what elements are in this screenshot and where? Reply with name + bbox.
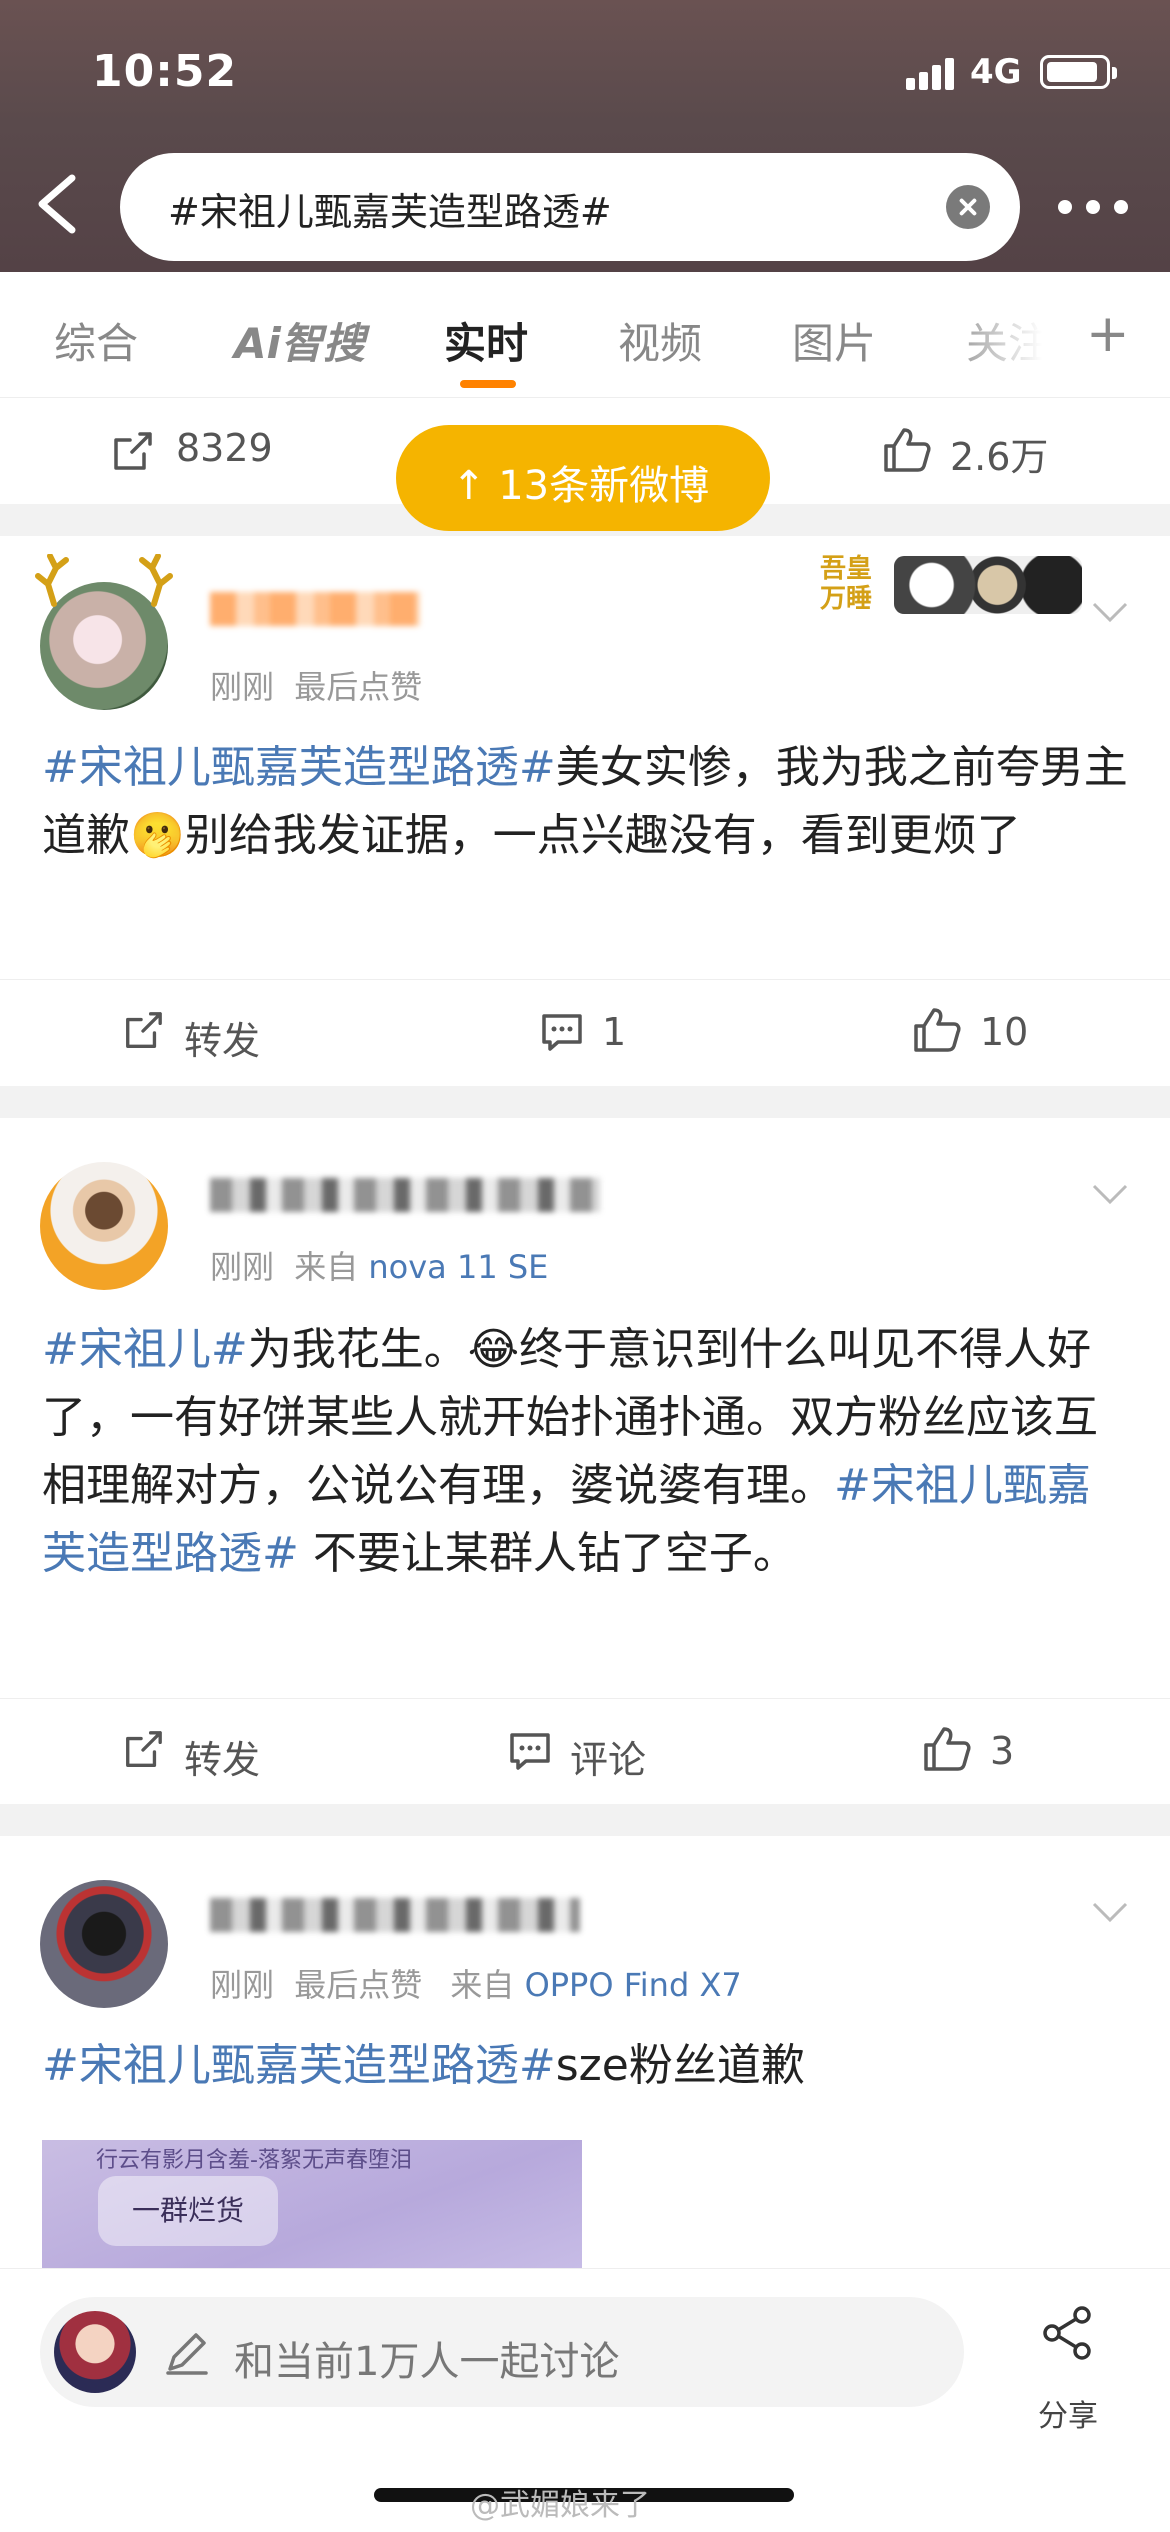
top-bar: 10:52 4G #宋祖儿甄嘉芙造型路透# xyxy=(0,0,1170,272)
chevron-down-icon[interactable] xyxy=(1090,1182,1130,1206)
username[interactable] xyxy=(210,1176,600,1222)
username[interactable] xyxy=(210,1896,580,1942)
post-actions: 转发 1 10 xyxy=(0,979,1170,1079)
post-device[interactable]: nova 11 SE xyxy=(368,1248,548,1286)
tab-fade xyxy=(940,272,1060,392)
cat-illustration xyxy=(894,556,1082,614)
post-text: #宋祖儿#为我花生。😂终于意识到什么叫见不得人好了，一有好饼某些人就开始扑通扑通… xyxy=(42,1316,1132,1588)
repost-count[interactable]: 8329 xyxy=(176,426,273,470)
more-icon[interactable] xyxy=(1058,200,1128,214)
post-text: #宋祖儿甄嘉芙造型路透#美女实惨，我为我之前夸男主道歉🫢别给我发证据，一点兴趣没… xyxy=(42,734,1132,870)
tab-ai-search[interactable]: Ai智搜 xyxy=(234,310,365,371)
like-count[interactable]: 2.6万 xyxy=(950,426,1048,481)
post-meta: 刚刚 最后点赞 xyxy=(210,662,422,708)
share-button[interactable]: 分享 xyxy=(1026,2305,1110,2434)
share-label: 分享 xyxy=(1038,2399,1098,2434)
sticker-text: 吾皇万睡 xyxy=(820,554,873,614)
image-caption-main: 一群烂货 xyxy=(98,2176,278,2246)
repost-icon[interactable] xyxy=(110,430,154,474)
status-bar: 10:52 4G xyxy=(0,0,1170,140)
repost-button[interactable]: 转发 xyxy=(184,1729,260,1784)
search-bar[interactable]: #宋祖儿甄嘉芙造型路透# xyxy=(120,153,1020,261)
new-posts-banner[interactable]: ↑ 13条新微博 xyxy=(396,425,770,531)
post-body: sze粉丝道歉 xyxy=(555,2040,805,2091)
post-meta-extra: 最后点赞 xyxy=(294,1966,423,2004)
watermark: @武媚娘来了 xyxy=(470,2488,650,2523)
post-meta: 刚刚 最后点赞 来自 OPPO Find X7 xyxy=(210,1960,742,2006)
discussion-input[interactable]: 和当前1万人一起讨论 xyxy=(40,2297,964,2407)
search-query[interactable]: #宋祖儿甄嘉芙造型路透# xyxy=(168,181,612,236)
image-caption-top: 行云有影月含羞-落絮无声春堕泪 xyxy=(96,2148,412,2173)
status-time: 10:52 xyxy=(92,46,238,97)
divider xyxy=(0,1804,1170,1836)
like-icon[interactable] xyxy=(882,426,932,474)
comment-count[interactable]: 1 xyxy=(602,1010,626,1054)
comment-icon[interactable] xyxy=(508,1731,552,1771)
tab-realtime[interactable]: 实时 xyxy=(444,310,528,371)
chevron-down-icon[interactable] xyxy=(1090,600,1130,624)
hashtag-link[interactable]: #宋祖儿甄嘉芙造型路透# xyxy=(42,2040,556,2091)
avatar[interactable] xyxy=(40,1880,168,2008)
post-time: 刚刚 xyxy=(210,1248,275,1286)
back-arrow-icon[interactable] xyxy=(28,172,88,236)
new-posts-label: ↑ 13条新微博 xyxy=(452,463,710,509)
discussion-placeholder: 和当前1万人一起讨论 xyxy=(234,2339,620,2385)
tab-video[interactable]: 视频 xyxy=(618,310,702,371)
like-icon[interactable] xyxy=(922,1725,972,1773)
like-count[interactable]: 3 xyxy=(990,1729,1014,1773)
post-text: #宋祖儿甄嘉芙造型路透#sze粉丝道歉 xyxy=(42,2032,1132,2100)
user-avatar xyxy=(54,2311,136,2393)
network-type: 4G xyxy=(970,52,1022,92)
post-card[interactable]: 刚刚 最后点赞 来自 OPPO Find X7 #宋祖儿甄嘉芙造型路透#sze粉… xyxy=(0,1836,1170,2268)
post-source-label: 来自 xyxy=(294,1248,359,1286)
add-tab-icon[interactable]: + xyxy=(1086,304,1130,364)
post-meta-extra: 最后点赞 xyxy=(294,668,423,706)
comment-icon[interactable] xyxy=(540,1012,584,1052)
antler-decoration-icon xyxy=(35,554,173,607)
comment-button[interactable]: 评论 xyxy=(570,1729,646,1784)
post-actions: 转发 评论 3 xyxy=(0,1698,1170,1798)
post-meta: 刚刚 来自 nova 11 SE xyxy=(210,1242,548,1288)
clear-search-icon[interactable] xyxy=(946,185,990,229)
post-time: 刚刚 xyxy=(210,1966,275,2004)
chevron-down-icon[interactable] xyxy=(1090,1900,1130,1924)
post-image[interactable]: 行云有影月含羞-落絮无声春堕泪 一群烂货 xyxy=(42,2140,582,2268)
post-time: 刚刚 xyxy=(210,668,275,706)
avatar[interactable] xyxy=(40,1162,168,1290)
hashtag-link[interactable]: #宋祖儿# xyxy=(42,1324,248,1375)
like-icon[interactable] xyxy=(912,1006,962,1054)
share-icon xyxy=(1043,2306,1091,2360)
post-card[interactable]: 刚刚 最后点赞 吾皇万睡 #宋祖儿甄嘉芙造型路透#美女实惨，我为我之前夸男主道歉… xyxy=(0,536,1170,1086)
pencil-icon xyxy=(166,2333,208,2375)
tab-composite[interactable]: 综合 xyxy=(54,310,138,371)
tab-images[interactable]: 图片 xyxy=(792,310,876,371)
repost-icon[interactable] xyxy=(122,1010,164,1052)
username[interactable] xyxy=(210,590,420,636)
like-count[interactable]: 10 xyxy=(980,1010,1028,1054)
sticker-badge: 吾皇万睡 xyxy=(820,546,1090,626)
divider xyxy=(0,1086,1170,1118)
post-card[interactable]: 刚刚 来自 nova 11 SE #宋祖儿#为我花生。😂终于意识到什么叫见不得人… xyxy=(0,1118,1170,1804)
hashtag-link[interactable]: #宋祖儿甄嘉芙造型路透# xyxy=(42,742,556,793)
post-device[interactable]: OPPO Find X7 xyxy=(525,1966,742,2004)
active-tab-indicator xyxy=(460,380,516,388)
post-source-label: 来自 xyxy=(450,1966,515,2004)
battery-icon xyxy=(1040,55,1117,89)
repost-button[interactable]: 转发 xyxy=(184,1010,260,1065)
post-body: 不要让某群人钻了空子。 xyxy=(298,1528,797,1579)
signal-icon xyxy=(906,56,958,90)
repost-icon[interactable] xyxy=(122,1729,164,1771)
